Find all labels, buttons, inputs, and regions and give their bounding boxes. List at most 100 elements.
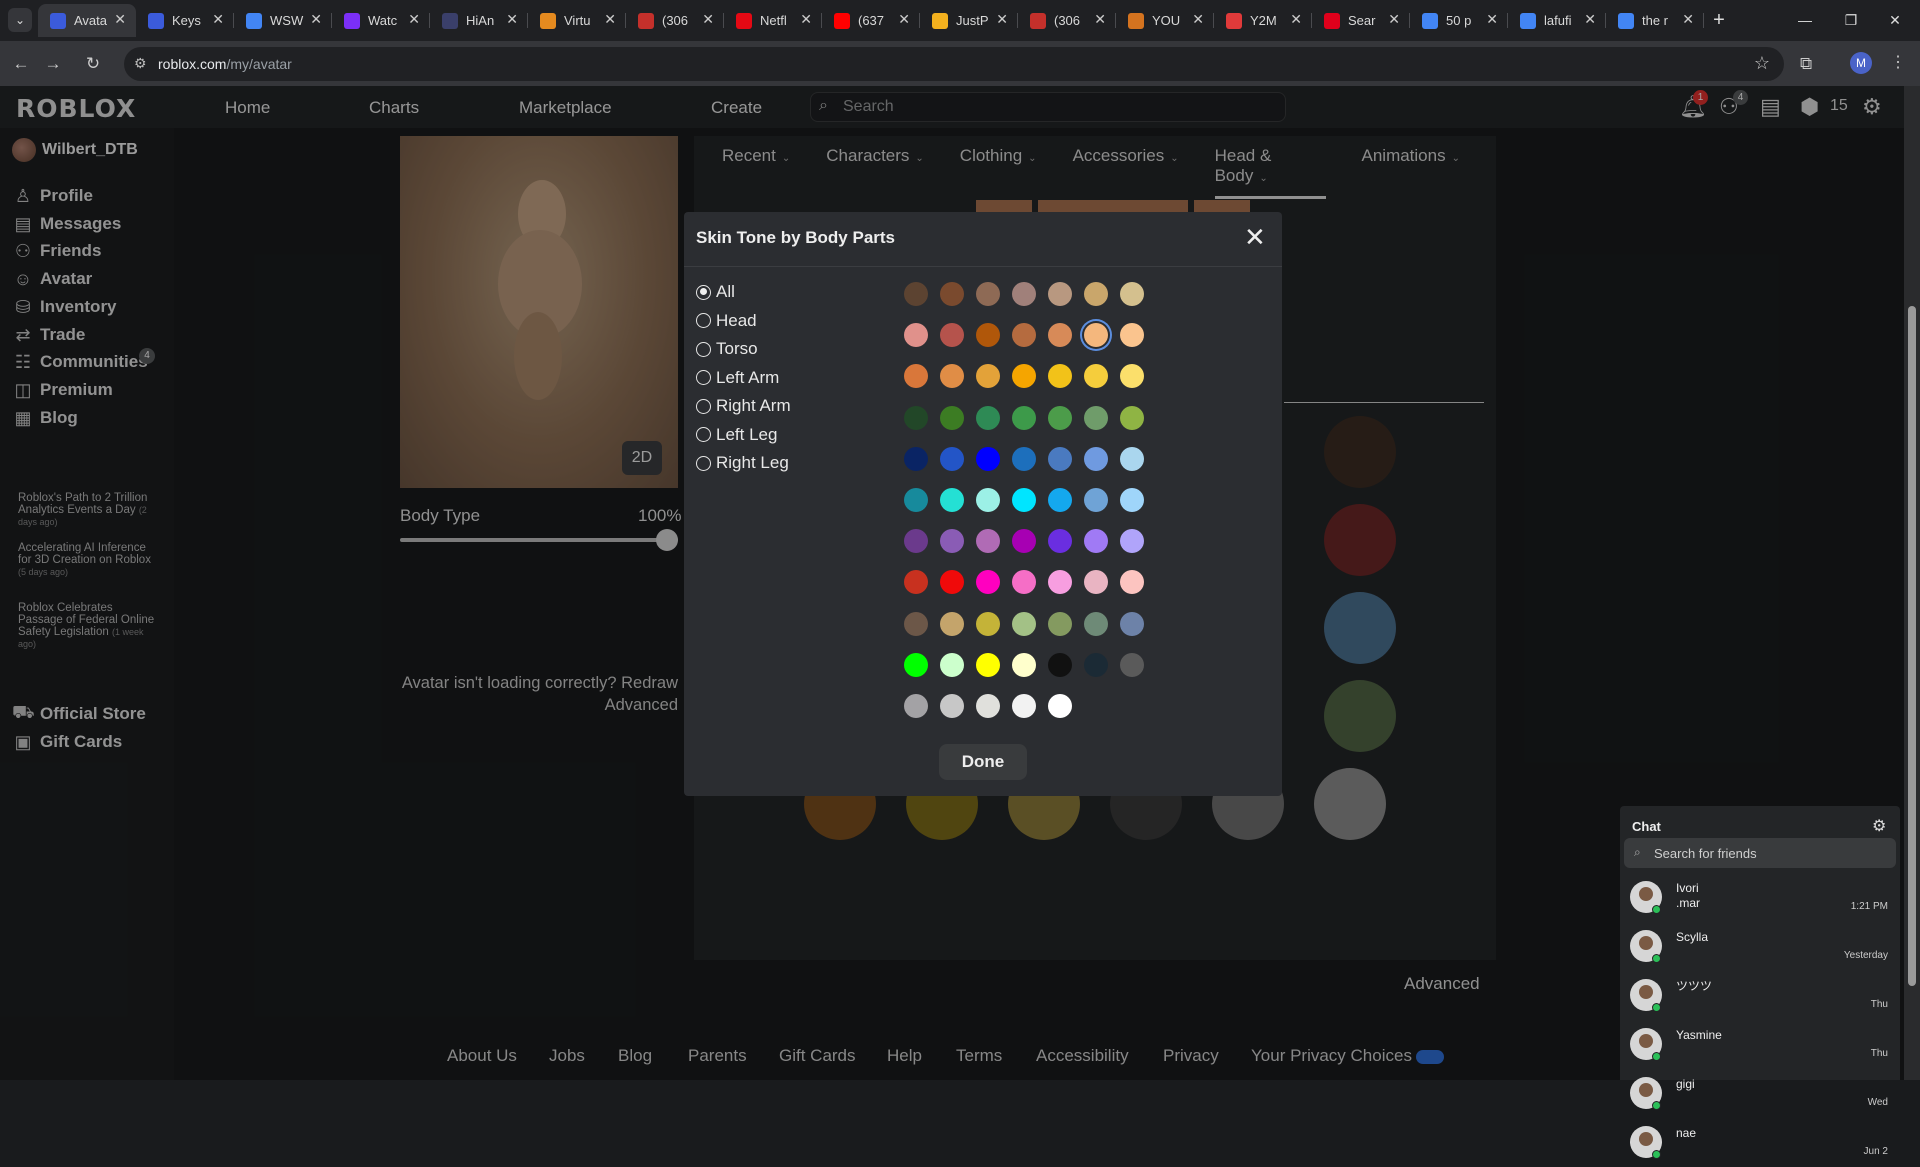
skin-tone-swatch[interactable] — [1012, 570, 1036, 595]
skin-tone-swatch[interactable] — [940, 694, 964, 718]
skin-tone-swatch[interactable] — [904, 323, 928, 348]
browser-tab[interactable]: YOU ✕ — [1116, 4, 1214, 37]
skin-tone-swatch[interactable] — [904, 652, 928, 677]
radio-button[interactable] — [696, 427, 711, 442]
skin-tone-swatch[interactable] — [976, 694, 1000, 718]
new-tab-button[interactable]: + — [1704, 4, 1734, 37]
radio-button[interactable] — [696, 370, 711, 385]
close-tab-icon[interactable]: ✕ — [1486, 11, 1498, 28]
skin-tone-swatch[interactable] — [940, 570, 964, 595]
skin-tone-swatch[interactable] — [976, 282, 1000, 306]
skin-tone-swatch[interactable] — [1012, 488, 1036, 512]
browser-profile-avatar[interactable]: M — [1850, 52, 1872, 74]
radio-button[interactable] — [696, 284, 711, 300]
tab-search-button[interactable]: ⌄ — [8, 8, 32, 32]
chat-conversation[interactable]: Yasmine Thu — [1620, 1020, 1900, 1069]
skin-tone-swatch[interactable] — [1084, 529, 1108, 554]
browser-tab[interactable]: HiAn ✕ — [430, 4, 528, 37]
create-group-icon[interactable]: ⚙ — [1872, 816, 1886, 836]
browser-tab[interactable]: Avata ✕ — [38, 4, 136, 37]
skin-tone-swatch[interactable] — [1120, 364, 1144, 389]
skin-tone-swatch[interactable] — [1048, 694, 1072, 718]
skin-tone-swatch[interactable] — [1012, 282, 1036, 306]
skin-tone-swatch[interactable] — [904, 405, 928, 430]
skin-tone-swatch[interactable] — [1048, 611, 1072, 636]
skin-tone-swatch[interactable] — [1084, 611, 1108, 636]
skin-tone-swatch[interactable] — [1120, 323, 1144, 348]
skin-tone-swatch[interactable] — [904, 611, 928, 636]
skin-tone-swatch[interactable] — [976, 529, 1000, 554]
skin-tone-swatch[interactable] — [976, 611, 1000, 636]
skin-tone-swatch[interactable] — [1084, 364, 1108, 389]
skin-tone-swatch[interactable] — [940, 405, 964, 430]
skin-tone-swatch[interactable] — [940, 529, 964, 554]
skin-tone-swatch[interactable] — [1048, 405, 1072, 430]
skin-tone-swatch[interactable] — [904, 364, 928, 389]
radio-button[interactable] — [696, 455, 711, 471]
browser-tab[interactable]: (306 ✕ — [626, 4, 724, 37]
skin-tone-swatch[interactable] — [1120, 405, 1144, 430]
close-tab-icon[interactable]: ✕ — [506, 11, 518, 28]
skin-tone-swatch[interactable] — [904, 694, 928, 718]
browser-tab[interactable]: WSW ✕ — [234, 4, 332, 37]
close-tab-icon[interactable]: ✕ — [212, 11, 224, 28]
skin-tone-swatch[interactable] — [1048, 488, 1072, 512]
skin-tone-swatch[interactable] — [1012, 364, 1036, 389]
chat-conversation[interactable]: nae Jun 2 — [1620, 1118, 1900, 1167]
skin-tone-swatch[interactable] — [940, 488, 964, 512]
skin-tone-swatch[interactable] — [1012, 323, 1036, 348]
skin-tone-swatch[interactable] — [940, 282, 964, 306]
browser-tab[interactable]: Netfl ✕ — [724, 4, 822, 37]
radio-torso[interactable]: Torso — [696, 339, 758, 359]
done-button[interactable]: Done — [939, 744, 1027, 780]
skin-tone-swatch[interactable] — [1084, 446, 1108, 471]
radio-all[interactable]: All — [696, 282, 735, 302]
radio-left-arm[interactable]: Left Arm — [696, 368, 779, 388]
close-tab-icon[interactable]: ✕ — [310, 11, 322, 28]
skin-tone-swatch[interactable] — [1048, 652, 1072, 677]
skin-tone-swatch[interactable] — [1120, 652, 1144, 677]
close-tab-icon[interactable]: ✕ — [1682, 11, 1694, 28]
chat-search-input[interactable] — [1654, 845, 1874, 861]
chat-conversation[interactable]: Scylla Yesterday — [1620, 922, 1900, 971]
close-tab-icon[interactable]: ✕ — [1094, 11, 1106, 28]
forward-button[interactable]: → — [40, 51, 66, 77]
browser-tab[interactable]: 50 p ✕ — [1410, 4, 1508, 37]
browser-tab[interactable]: the r ✕ — [1606, 4, 1704, 37]
skin-tone-swatch[interactable] — [976, 570, 1000, 595]
skin-tone-swatch[interactable] — [1120, 529, 1144, 554]
skin-tone-swatch[interactable] — [1048, 446, 1072, 471]
page-scrollbar[interactable] — [1904, 86, 1920, 1080]
skin-tone-swatch[interactable] — [1084, 488, 1108, 512]
scrollbar-thumb[interactable] — [1908, 306, 1916, 986]
skin-tone-swatch[interactable] — [1048, 570, 1072, 595]
skin-tone-swatch[interactable] — [904, 529, 928, 554]
skin-tone-swatch[interactable] — [976, 488, 1000, 512]
skin-tone-swatch[interactable] — [1012, 529, 1036, 554]
chat-conversation[interactable]: Ivori .mar 1:21 PM — [1620, 873, 1900, 922]
close-window-button[interactable]: ✕ — [1870, 0, 1920, 41]
radio-button[interactable] — [696, 313, 711, 328]
skin-tone-swatch[interactable] — [976, 364, 1000, 389]
radio-right-arm[interactable]: Right Arm — [696, 396, 791, 416]
skin-tone-swatch[interactable] — [940, 611, 964, 636]
skin-tone-swatch[interactable] — [1084, 570, 1108, 595]
reload-button[interactable]: ↻ — [80, 51, 106, 77]
close-tab-icon[interactable]: ✕ — [996, 11, 1008, 28]
skin-tone-swatch[interactable] — [976, 405, 1000, 430]
close-tab-icon[interactable]: ✕ — [1388, 11, 1400, 28]
browser-tab[interactable]: lafufi ✕ — [1508, 4, 1606, 37]
close-tab-icon[interactable]: ✕ — [604, 11, 616, 28]
skin-tone-swatch[interactable] — [904, 570, 928, 595]
close-tab-icon[interactable]: ✕ — [114, 11, 126, 28]
browser-tab[interactable]: (637 ✕ — [822, 4, 920, 37]
close-tab-icon[interactable]: ✕ — [408, 11, 420, 28]
skin-tone-swatch[interactable] — [1120, 611, 1144, 636]
skin-tone-swatch[interactable] — [1012, 446, 1036, 471]
skin-tone-swatch[interactable] — [1048, 282, 1072, 306]
skin-tone-swatch[interactable] — [1084, 405, 1108, 430]
skin-tone-swatch[interactable] — [904, 282, 928, 306]
skin-tone-swatch[interactable] — [1120, 570, 1144, 595]
radio-left-leg[interactable]: Left Leg — [696, 425, 777, 445]
radio-head[interactable]: Head — [696, 311, 757, 331]
